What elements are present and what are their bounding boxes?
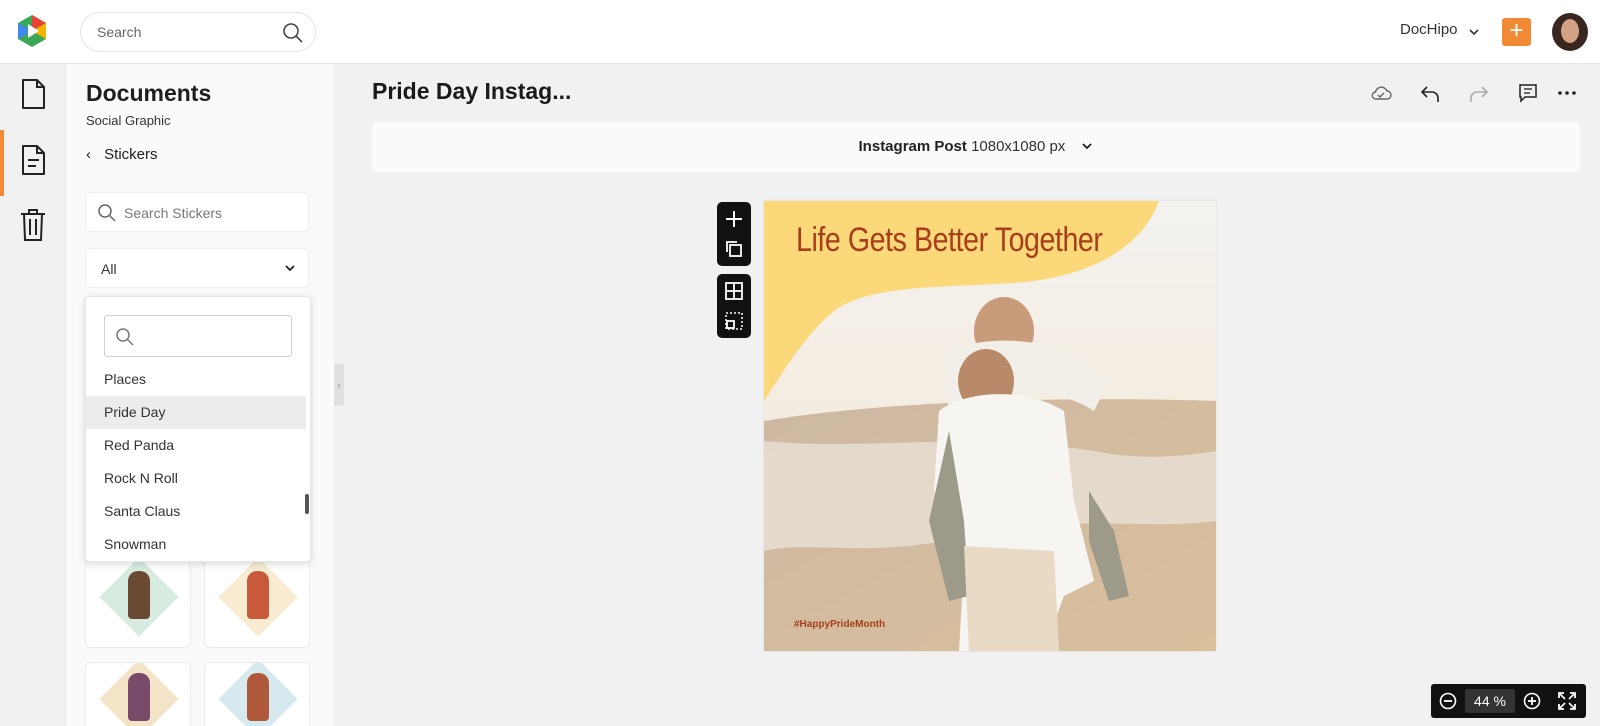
dropdown-scrollbar[interactable] bbox=[305, 494, 309, 514]
search-input[interactable]: Search bbox=[80, 12, 316, 52]
zoom-out-icon[interactable] bbox=[1439, 692, 1457, 710]
duplicate-page-icon[interactable] bbox=[725, 240, 743, 258]
canvas-headline[interactable]: Life Gets Better Together bbox=[796, 221, 1103, 260]
chevron-down-icon bbox=[285, 265, 295, 272]
dropdown-list: Places Pride Day Red Panda Rock N Roll S… bbox=[86, 363, 306, 561]
design-canvas[interactable]: Life Gets Better Together #HappyPrideMon… bbox=[764, 201, 1216, 651]
top-bar: Search DocHipo + bbox=[0, 0, 1600, 64]
dropdown-option[interactable]: Rock N Roll bbox=[86, 462, 306, 495]
workspace-selector[interactable]: DocHipo bbox=[1400, 21, 1458, 38]
search-icon bbox=[98, 204, 116, 222]
sidebar-panel: Documents Social Graphic ‹ Stickers Sear… bbox=[66, 64, 334, 726]
zoom-unit: % bbox=[1493, 693, 1506, 709]
dropdown-search-input[interactable] bbox=[104, 315, 292, 357]
chevron-down-icon bbox=[1082, 143, 1093, 150]
back-to-stickers[interactable]: ‹ Stickers bbox=[86, 146, 158, 163]
zoom-value-field[interactable]: 44 % bbox=[1465, 689, 1515, 713]
trash-icon bbox=[21, 209, 45, 241]
chevron-left-icon: ‹ bbox=[86, 146, 91, 163]
dropdown-option[interactable]: Santa Claus bbox=[86, 495, 306, 528]
sidebar-title: Documents bbox=[86, 80, 212, 106]
dropdown-option[interactable]: Snowman bbox=[86, 528, 306, 561]
redo-icon[interactable] bbox=[1468, 82, 1490, 104]
sticker-thumbnail[interactable] bbox=[204, 662, 310, 726]
sticker-thumbnail[interactable] bbox=[85, 662, 191, 726]
canvas-size-selector[interactable]: Instagram Post 1080x1080 px bbox=[372, 122, 1580, 172]
rail-item-document[interactable] bbox=[0, 64, 66, 124]
sticker-search-input[interactable]: Search Stickers bbox=[85, 192, 309, 232]
sticker-thumbnail[interactable] bbox=[204, 560, 310, 648]
rail-item-trash[interactable] bbox=[0, 194, 66, 254]
zoom-controls: 44 % bbox=[1431, 684, 1586, 718]
category-select[interactable]: All bbox=[85, 248, 309, 288]
size-name: Instagram Post bbox=[858, 138, 967, 155]
fullscreen-icon[interactable] bbox=[1558, 692, 1576, 710]
category-selected-value: All bbox=[101, 261, 117, 277]
layout-tools bbox=[717, 274, 751, 338]
zoom-value: 44 bbox=[1474, 693, 1490, 709]
more-options-icon[interactable] bbox=[1556, 82, 1578, 104]
dropdown-option[interactable]: Red Panda bbox=[86, 429, 306, 462]
add-button[interactable]: + bbox=[1502, 18, 1531, 46]
search-icon bbox=[116, 328, 134, 346]
sidebar-subtitle: Social Graphic bbox=[86, 113, 171, 128]
grid-icon[interactable] bbox=[725, 282, 743, 300]
undo-icon[interactable] bbox=[1419, 82, 1441, 104]
dochipo-logo[interactable] bbox=[15, 14, 49, 48]
file-text-icon bbox=[22, 145, 45, 175]
back-label: Stickers bbox=[104, 146, 158, 163]
dropdown-option[interactable]: Places bbox=[86, 363, 306, 396]
avatar[interactable] bbox=[1552, 13, 1588, 51]
zoom-in-icon[interactable] bbox=[1523, 692, 1541, 710]
chevron-down-icon[interactable] bbox=[1468, 26, 1480, 38]
resize-icon[interactable] bbox=[725, 312, 743, 330]
document-title[interactable]: Pride Day Instag... bbox=[372, 78, 571, 105]
dropdown-option-highlighted[interactable]: Pride Day bbox=[86, 396, 306, 429]
comment-icon[interactable] bbox=[1517, 82, 1539, 104]
cloud-save-icon[interactable] bbox=[1370, 82, 1392, 104]
rail-item-documents-list[interactable] bbox=[0, 130, 66, 196]
page-tools bbox=[717, 202, 751, 266]
sticker-thumbnail[interactable] bbox=[85, 560, 191, 648]
canvas-background bbox=[764, 201, 1216, 651]
sticker-search-placeholder: Search Stickers bbox=[124, 205, 223, 221]
collapse-sidebar-handle[interactable]: ‹ bbox=[334, 364, 344, 406]
document-icon bbox=[22, 79, 45, 109]
size-dimensions: 1080x1080 px bbox=[971, 138, 1066, 155]
add-page-icon[interactable] bbox=[725, 210, 743, 228]
canvas-hashtag[interactable]: #HappyPrideMonth bbox=[794, 619, 885, 630]
left-rail bbox=[0, 64, 66, 726]
category-dropdown: Places Pride Day Red Panda Rock N Roll S… bbox=[85, 296, 311, 562]
search-placeholder: Search bbox=[97, 24, 142, 40]
search-icon[interactable] bbox=[282, 22, 304, 44]
